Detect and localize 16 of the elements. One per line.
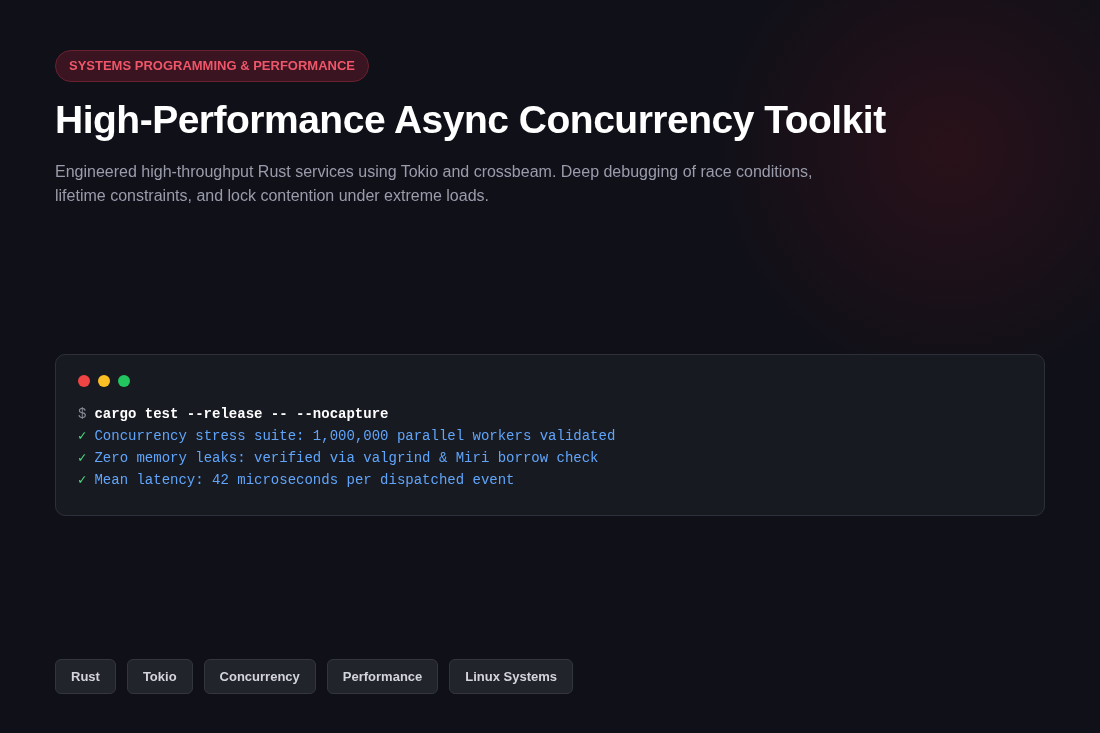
- tag-chip: Performance: [326, 658, 439, 694]
- check-mark: ✓: [78, 426, 87, 446]
- command-text: cargo test --release -- --nocapture: [94, 404, 389, 424]
- check-mark: ✓: [78, 448, 87, 468]
- output-line: Zero memory leaks: verified via valgrind & Miri borrow check: [94, 448, 599, 468]
- tag-chip: Linux Systems: [449, 658, 574, 694]
- tag-chip: Tokio: [126, 658, 193, 694]
- page-title: High-Performance Async Concurrency Toolkit: [55, 96, 887, 143]
- output-line: Mean latency: 42 microseconds per dispatched event: [94, 470, 515, 490]
- category-badge: SYSTEMS PROGRAMMING & PERFORMANCE: [55, 50, 369, 82]
- tag-chip: Concurrency: [203, 658, 316, 694]
- tag-chip: Rust: [55, 658, 116, 694]
- description: Engineered high-throughput Rust services using Tokio and crossbeam. Deep debugging of race conditions, lifetime constraints, and lock contention under extreme loads.: [55, 161, 814, 206]
- prompt-symbol: $: [78, 404, 87, 424]
- output-line: Concurrency stress suite: 1,000,000 parallel workers validated: [94, 426, 616, 446]
- check-mark: ✓: [78, 470, 87, 490]
